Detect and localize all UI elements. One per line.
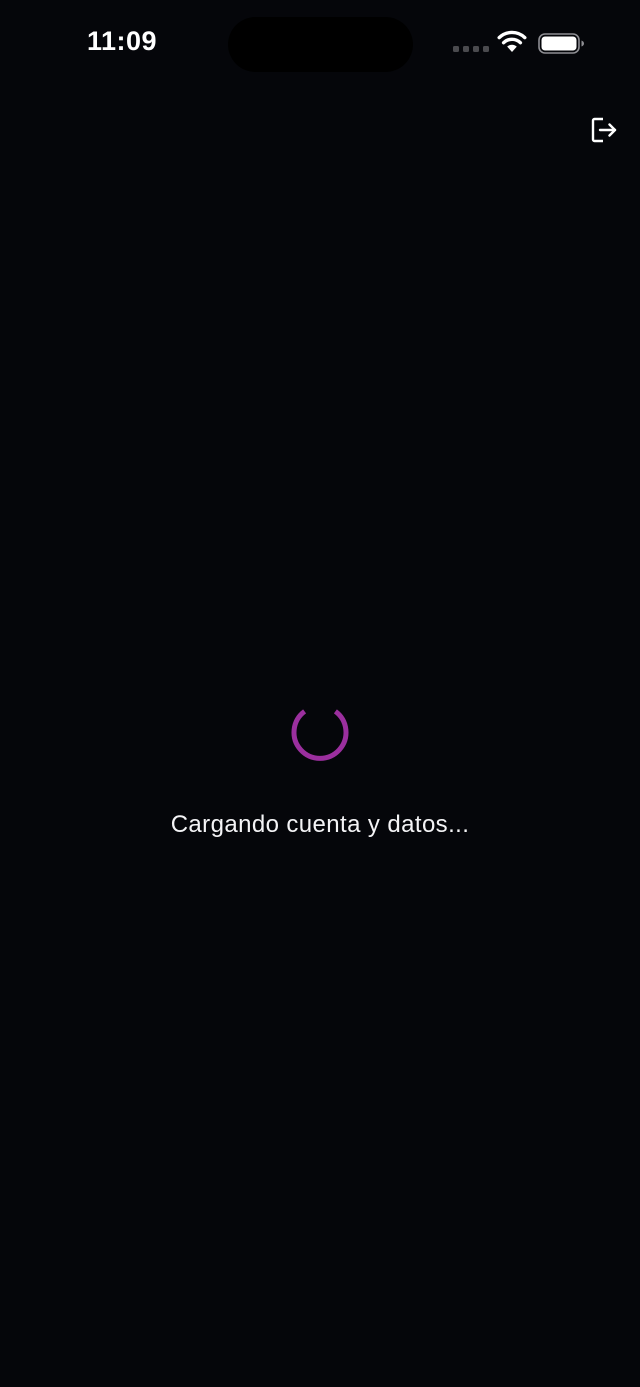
cellular-signal-icon — [453, 46, 489, 52]
loading-spinner-icon — [291, 709, 349, 761]
battery-icon — [538, 33, 584, 54]
wifi-icon — [497, 30, 527, 52]
status-bar: 11:09 — [0, 0, 640, 90]
loading-message: Cargando cuenta y datos... — [170, 811, 470, 838]
logout-icon[interactable] — [588, 114, 620, 146]
status-time: 11:09 — [87, 26, 158, 56]
app-screen: 11:09 Cargando cuenta y datos... — [0, 0, 640, 1387]
dynamic-island — [228, 17, 413, 72]
